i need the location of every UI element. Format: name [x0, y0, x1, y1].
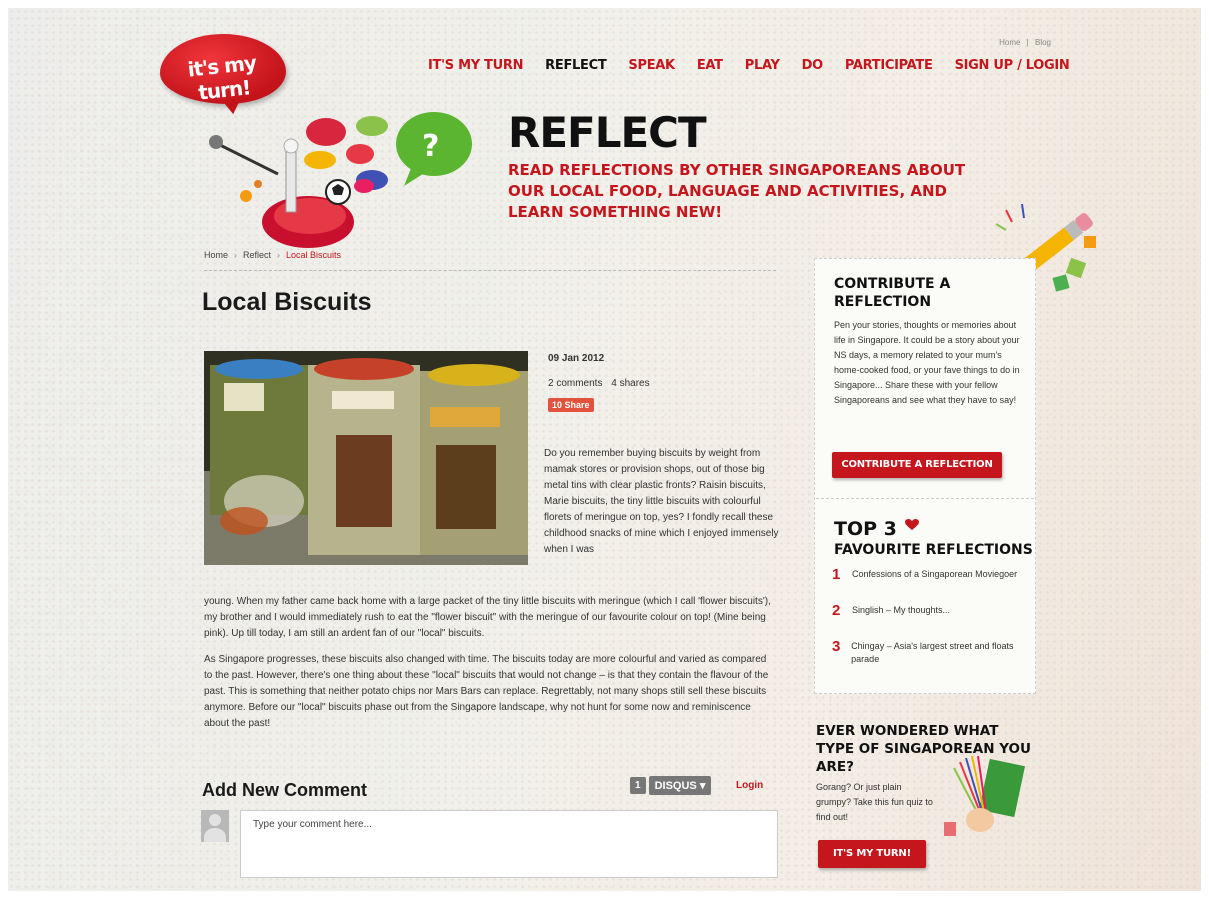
- contribute-title: CONTRIBUTE A REFLECTION: [834, 276, 951, 310]
- article-counts: 2 comments 4 shares: [548, 378, 656, 389]
- quiz-text: Gorang? Or just plain grumpy? Take this …: [816, 782, 933, 822]
- utility-separator: |: [1026, 38, 1029, 47]
- speech-heart-icon: [905, 519, 920, 530]
- disqus-label: DISQUS: [654, 780, 697, 792]
- rank-number: 3: [832, 638, 841, 655]
- divider: [816, 498, 1034, 499]
- page: it's my turn! Home | Blog IT'S MY TURN R…: [8, 8, 1201, 891]
- article-meta: 09 Jan 2012 2 comments 4 shares 10 Share: [548, 353, 656, 412]
- breadcrumb-separator: ›: [277, 250, 281, 260]
- hero-illustration: ?: [209, 112, 472, 248]
- nav-reflect[interactable]: REFLECT: [545, 58, 607, 73]
- disqus-widget: 1 DISQUS ▾: [630, 776, 712, 795]
- nav-its-my-turn[interactable]: IT'S MY TURN: [428, 58, 523, 73]
- reflection-link[interactable]: Singlish – My thoughts...: [852, 602, 950, 617]
- nav-play[interactable]: PLAY: [745, 58, 780, 73]
- reflection-link[interactable]: Chingay – Asia's largest street and floa…: [851, 638, 1028, 666]
- blog-link[interactable]: Blog: [1035, 38, 1051, 47]
- site-logo[interactable]: it's my turn!: [160, 34, 286, 105]
- quiz-button[interactable]: IT'S MY TURN!: [818, 840, 926, 868]
- comment-count-badge[interactable]: 1: [630, 777, 646, 794]
- breadcrumb: Home › Reflect › Local Biscuits: [204, 250, 341, 260]
- page-title: Local Biscuits: [202, 288, 372, 316]
- avatar: [201, 810, 229, 842]
- article-paragraph: As Singapore progresses, these biscuits …: [204, 653, 769, 730]
- svg-text:?: ?: [422, 129, 439, 164]
- article-date: 09 Jan 2012: [548, 353, 605, 364]
- article-body: young. When my father came back home wit…: [204, 594, 776, 742]
- top3-label: TOP 3: [834, 518, 897, 540]
- hero-subtitle: READ REFLECTIONS BY OTHER SINGAPOREANS A…: [508, 161, 966, 221]
- list-item[interactable]: 1 Confessions of a Singaporean Moviegoer: [832, 566, 1028, 592]
- add-comment-heading: Add New Comment: [202, 780, 368, 800]
- hero-title: REFLECT: [508, 108, 707, 157]
- utility-links: Home | Blog: [995, 38, 1051, 47]
- main-nav: IT'S MY TURN REFLECT SPEAK EAT PLAY DO P…: [428, 58, 1070, 73]
- contribute-text: Pen your stories, thoughts or memories a…: [834, 320, 1020, 405]
- reflection-link[interactable]: Confessions of a Singaporean Moviegoer: [852, 566, 1017, 581]
- nav-do[interactable]: DO: [802, 58, 824, 73]
- article-intro: Do you remember buying biscuits by weigh…: [544, 448, 779, 555]
- divider: [204, 270, 776, 271]
- breadcrumb-home[interactable]: Home: [204, 250, 228, 260]
- top3-heading: TOP 3 FAVOURITE REFLECTIONS: [834, 518, 1033, 558]
- list-item[interactable]: 3 Chingay – Asia's largest street and fl…: [832, 638, 1028, 666]
- rank-number: 2: [832, 602, 841, 619]
- comments-link[interactable]: 2 comments: [548, 378, 602, 389]
- list-item[interactable]: 2 Singlish – My thoughts...: [832, 602, 1028, 628]
- article-paragraph: young. When my father came back home wit…: [204, 596, 771, 640]
- share-button[interactable]: 10 Share: [548, 398, 594, 412]
- shares-link[interactable]: 4 shares: [611, 378, 649, 389]
- breadcrumb-separator: ›: [234, 250, 238, 260]
- quiz-illustration: [944, 755, 1026, 836]
- nav-participate[interactable]: PARTICIPATE: [845, 58, 933, 73]
- logo-text: it's my turn!: [186, 50, 257, 105]
- nav-eat[interactable]: EAT: [697, 58, 723, 73]
- disqus-menu[interactable]: DISQUS ▾: [648, 776, 712, 795]
- login-link[interactable]: Login: [736, 780, 763, 791]
- chevron-down-icon: ▾: [699, 780, 706, 792]
- breadcrumb-current: Local Biscuits: [286, 250, 342, 260]
- rank-number: 1: [832, 566, 841, 583]
- nav-signup-login[interactable]: SIGN UP / LOGIN: [955, 58, 1070, 73]
- top3-subtitle: FAVOURITE REFLECTIONS: [834, 542, 1033, 558]
- breadcrumb-reflect[interactable]: Reflect: [243, 250, 271, 260]
- home-link[interactable]: Home: [999, 38, 1020, 47]
- comment-input[interactable]: [240, 810, 778, 878]
- article-photo: [204, 351, 528, 565]
- contribute-button[interactable]: CONTRIBUTE A REFLECTION: [832, 452, 1002, 478]
- nav-speak[interactable]: SPEAK: [628, 58, 675, 73]
- top3-list: 1 Confessions of a Singaporean Moviegoer…: [832, 566, 1028, 676]
